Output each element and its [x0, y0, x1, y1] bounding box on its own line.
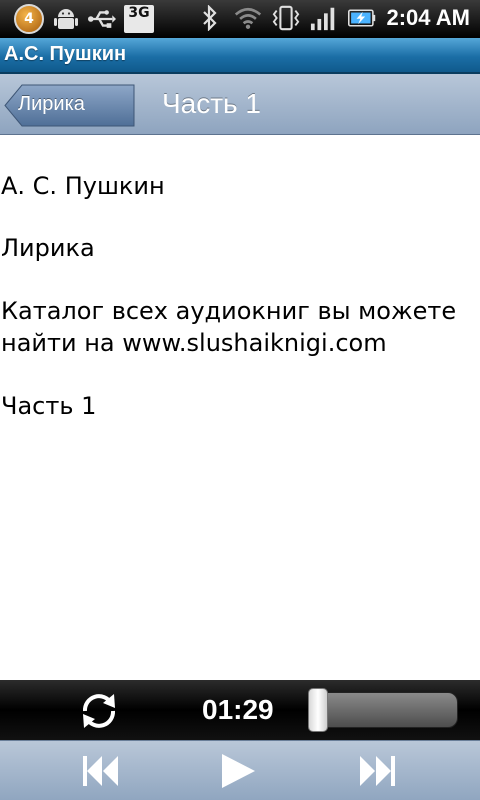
signal-icon [310, 4, 338, 32]
transport-controls [0, 740, 480, 800]
next-icon[interactable] [356, 753, 400, 789]
repeat-icon[interactable] [76, 688, 122, 734]
part-text: Часть 1 [1, 392, 97, 420]
back-button-label: Лирика [18, 93, 85, 115]
app-title-bar: А.С. Пушкин [0, 38, 480, 74]
status-bar: 4 3G 2:04 AM [0, 0, 480, 38]
elapsed-time: 01:29 [202, 694, 274, 725]
battery-charging-icon [348, 4, 376, 32]
seek-track[interactable] [308, 692, 458, 728]
author-text: А. С. Пушкин [1, 172, 165, 200]
vibrate-icon [272, 4, 300, 32]
player-bar: 01:29 [0, 680, 480, 740]
collection-text: Лирика [1, 234, 95, 262]
clock: 2:04 AM [386, 5, 470, 30]
nav-title: Часть 1 [162, 88, 261, 119]
usb-icon [88, 5, 116, 33]
wifi-icon [234, 4, 262, 32]
notification-badge[interactable]: 4 [14, 4, 44, 34]
play-icon[interactable] [216, 753, 260, 789]
3g-icon: 3G [124, 5, 154, 33]
previous-icon[interactable] [78, 753, 122, 789]
android-icon [52, 5, 80, 33]
navigation-bar: Лирика Часть 1 [0, 74, 480, 135]
seek-thumb[interactable] [308, 688, 328, 732]
catalog-text: Каталог всех аудиокниг вы можете найти н… [1, 297, 457, 357]
back-button[interactable]: Лирика [4, 84, 135, 127]
bluetooth-icon [196, 4, 224, 32]
app-title: А.С. Пушкин [4, 43, 127, 65]
